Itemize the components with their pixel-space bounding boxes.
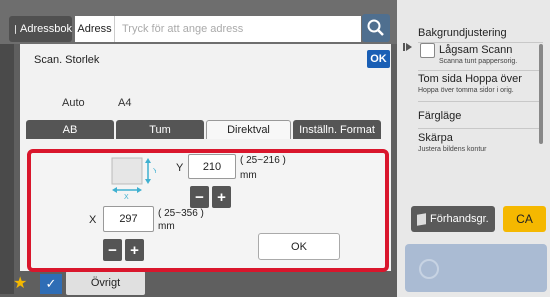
- divider: [418, 42, 543, 43]
- y-decrement-button[interactable]: −: [190, 186, 209, 208]
- ok-top-button[interactable]: OK: [367, 50, 390, 68]
- auto-size-value: A4: [118, 97, 132, 109]
- divider: [418, 101, 543, 102]
- dialog-title: Scan. Storlek: [34, 54, 100, 66]
- x-decrement-button[interactable]: −: [103, 239, 122, 261]
- divider: [418, 128, 543, 129]
- paper-size-icon: Y X: [111, 157, 156, 200]
- y-label: Y: [176, 162, 184, 174]
- addressbook-button[interactable]: Adressbok: [9, 16, 72, 42]
- paper-y-label: Y: [153, 168, 156, 175]
- tab-direktval[interactable]: Direktval: [206, 120, 291, 139]
- tab-ab[interactable]: AB: [26, 120, 114, 139]
- x-unit: mm: [158, 221, 175, 232]
- x-size-input[interactable]: [103, 206, 154, 232]
- search-icon: [367, 19, 384, 36]
- addressbook-label: Adressbok: [20, 23, 72, 35]
- rp-item-lowspeed[interactable]: Lågsam Scann Scanna tunt pappersorig.: [439, 44, 544, 65]
- tab-installn-format[interactable]: Inställn. Format: [293, 120, 381, 139]
- y-size-input[interactable]: [188, 154, 236, 179]
- y-range: ( 25~216 ): [240, 155, 286, 166]
- check-icon[interactable]: ✓: [40, 274, 62, 294]
- x-range: ( 25~356 ): [158, 208, 204, 219]
- ca-button[interactable]: CA: [503, 206, 546, 232]
- preview-icon: [417, 212, 426, 226]
- start-icon: [419, 259, 439, 279]
- y-unit: mm: [240, 170, 257, 181]
- search-button[interactable]: [362, 14, 390, 42]
- left-strip: [0, 44, 14, 294]
- rp-item-bakgrund[interactable]: Bakgrundjustering: [418, 27, 548, 39]
- tab-tum[interactable]: Tum: [116, 120, 204, 139]
- x-increment-button[interactable]: +: [125, 239, 144, 261]
- preview-button[interactable]: Förhandsgr.: [411, 206, 495, 232]
- size-tabs: AB Tum Direktval Inställn. Format: [26, 120, 381, 139]
- rp-item-color-mode[interactable]: Färgläge: [418, 110, 548, 122]
- auto-label: Auto: [62, 97, 85, 109]
- other-button[interactable]: Övrigt: [66, 271, 145, 295]
- ok-button[interactable]: OK: [258, 233, 340, 260]
- rp-item-sharpness[interactable]: Skärpa Justera bildens kontur: [418, 132, 548, 153]
- preview-label: Förhandsgr.: [430, 213, 489, 225]
- y-increment-button[interactable]: +: [212, 186, 231, 208]
- collapse-panel-icon[interactable]: [403, 42, 413, 52]
- panel-scrollbar[interactable]: [539, 44, 543, 144]
- address-input[interactable]: [115, 16, 361, 42]
- star-icon[interactable]: ★: [13, 275, 31, 293]
- paper-x-label: X: [124, 194, 129, 200]
- low-speed-scan-checkbox[interactable]: [420, 43, 435, 58]
- divider: [418, 70, 543, 71]
- address-label: Adress: [75, 16, 115, 42]
- x-label: X: [89, 214, 97, 226]
- addressbook-icon: [15, 24, 17, 34]
- rp-item-blank-skip[interactable]: Tom sida Hoppa över Hoppa över tomma sid…: [418, 73, 548, 94]
